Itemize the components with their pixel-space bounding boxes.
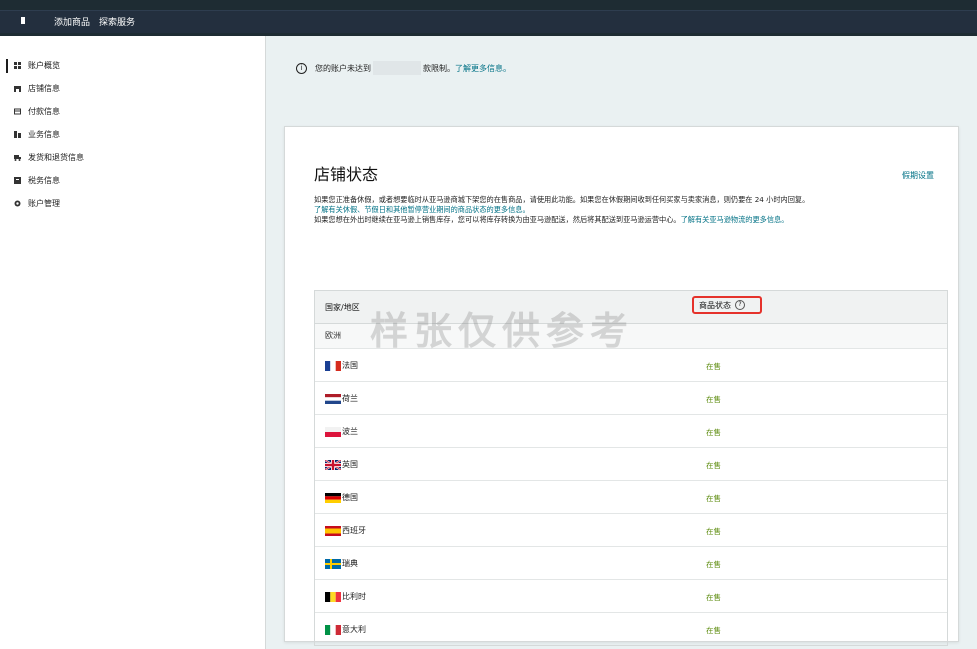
country-name: 西班牙 [342,526,366,535]
table-header: 国家/地区 商品状态 ? [315,291,947,324]
status-badge: 在售 [706,362,721,371]
table-row: 德国 在售 [315,481,947,514]
sidebar-item-label: 账户概览 [28,61,60,70]
alert-text-suffix: 款限制。 [423,63,455,73]
country-cell: 意大利 [325,624,366,635]
country-cell: 法国 [325,360,358,371]
add-product-link[interactable]: 添加商品 [54,15,90,28]
sidebar-item-tax-info[interactable]: 税务信息 [0,169,265,192]
description-line-1: 如果您正准备休假，或者想要临时从亚马逊商城下架您的在售商品，请使用此功能。如果您… [314,195,810,204]
country-name: 英国 [342,460,358,469]
germany-flag-icon [325,492,341,503]
country-cell: 西班牙 [325,525,366,536]
poland-flag-icon [325,426,341,437]
france-flag-icon [325,360,341,371]
sidebar-item-account-overview[interactable]: 账户概览 [0,54,265,77]
learn-more-link[interactable]: 了解更多信息。 [455,63,511,74]
italy-flag-icon [325,624,341,635]
country-name: 德国 [342,493,358,502]
table-row: 波兰 在售 [315,415,947,448]
status-badge: 在售 [706,593,721,602]
status-badge: 在售 [706,560,721,569]
briefcase-icon [14,131,21,138]
tax-icon [14,177,21,184]
explore-services-link[interactable]: 探索服务 [99,15,135,28]
truck-icon [14,154,21,161]
bookmark-icon [21,17,25,24]
sidebar-item-label: 发货和退货信息 [28,153,84,162]
marketplace-status-table: 国家/地区 商品状态 ? 欧洲 法国 在售 荷兰 在售 波兰 在售 英国 在售 … [314,290,948,646]
country-cell: 瑞典 [325,558,358,569]
account-alert: i 您的账户未达到 款限制。 了解更多信息。 [296,58,511,78]
country-name: 比利时 [342,592,366,601]
sidebar-item-label: 业务信息 [28,130,60,139]
sidebar-item-account-management[interactable]: 账户管理 [0,192,265,215]
top-bar: 添加商品 探索服务 [0,0,977,36]
country-cell: 比利时 [325,591,366,602]
column-header-country: 国家/地区 [325,303,360,312]
top-nav: 添加商品 探索服务 [0,10,977,33]
vacation-info-link[interactable]: 了解有关休假、节假日和其他暂停营业期间的商品状态的更多信息。 [314,205,954,215]
country-name: 意大利 [342,625,366,634]
sidebar-item-store-info[interactable]: 店铺信息 [0,77,265,100]
country-cell: 波兰 [325,426,358,437]
page-title: 店铺状态 [314,165,379,184]
store-icon [14,85,21,92]
sidebar-item-payment-info[interactable]: 付款信息 [0,100,265,123]
table-row: 法国 在售 [315,349,947,382]
status-badge: 在售 [706,395,721,404]
status-badge: 在售 [706,626,721,635]
country-name: 法国 [342,361,358,370]
store-status-card: 店铺状态 假期设置 如果您正准备休假，或者想要临时从亚马逊商城下架您的在售商品，… [284,126,959,646]
vacation-settings-link[interactable]: 假期设置 [902,170,934,181]
grid-icon [14,62,21,69]
sidebar-item-business-info[interactable]: 业务信息 [0,123,265,146]
sidebar: 账户概览 店铺信息 付款信息 业务信息 发货和退货信息 税务信息 账户管理 [0,36,266,649]
country-name: 波兰 [342,427,358,436]
table-row: 意大利 在售 [315,613,947,645]
column-header-status[interactable]: 商品状态 ? [692,296,762,314]
country-cell: 英国 [325,459,358,470]
sidebar-item-label: 账户管理 [28,199,60,208]
active-indicator [6,59,8,73]
main-content: i 您的账户未达到 款限制。 了解更多信息。 店铺状态 假期设置 如果您正准备休… [266,36,977,649]
sidebar-item-label: 付款信息 [28,107,60,116]
table-row: 荷兰 在售 [315,382,947,415]
status-badge: 在售 [706,461,721,470]
region-row: 欧洲 [315,324,947,349]
card-icon [14,108,21,115]
table-row: 比利时 在售 [315,580,947,613]
status-badge: 在售 [706,494,721,503]
country-cell: 荷兰 [325,393,358,404]
description: 如果您正准备休假，或者想要临时从亚马逊商城下架您的在售商品，请使用此功能。如果您… [314,195,954,225]
table-row: 西班牙 在售 [315,514,947,547]
sidebar-item-label: 税务信息 [28,176,60,185]
redacted-text [373,61,421,75]
country-name: 瑞典 [342,559,358,568]
table-row: 瑞典 在售 [315,547,947,580]
table-row: 英国 在售 [315,448,947,481]
country-name: 荷兰 [342,394,358,403]
column-header-status-label: 商品状态 [699,300,731,310]
uk-flag-icon [325,459,341,470]
netherlands-flag-icon [325,393,341,404]
sidebar-item-shipping-returns[interactable]: 发货和退货信息 [0,146,265,169]
alert-text-prefix: 您的账户未达到 [315,63,371,73]
status-badge: 在售 [706,428,721,437]
fba-info-link[interactable]: 了解有关亚马逊物流的更多信息。 [681,215,789,224]
spain-flag-icon [325,525,341,536]
description-line-3: 如果您想在外出时继续在亚马逊上销售库存，您可以将库存转换为由亚马逊配送，然后将其… [314,215,954,225]
sweden-flag-icon [325,558,341,569]
belgium-flag-icon [325,591,341,602]
status-badge: 在售 [706,527,721,536]
info-icon: i [296,62,307,74]
description-line-3-text: 如果您想在外出时继续在亚马逊上销售库存，您可以将库存转换为由亚马逊配送，然后将其… [314,215,681,224]
help-icon[interactable]: ? [735,300,745,310]
country-cell: 德国 [325,492,358,503]
sidebar-item-label: 店铺信息 [28,84,60,93]
gear-icon [14,200,21,207]
